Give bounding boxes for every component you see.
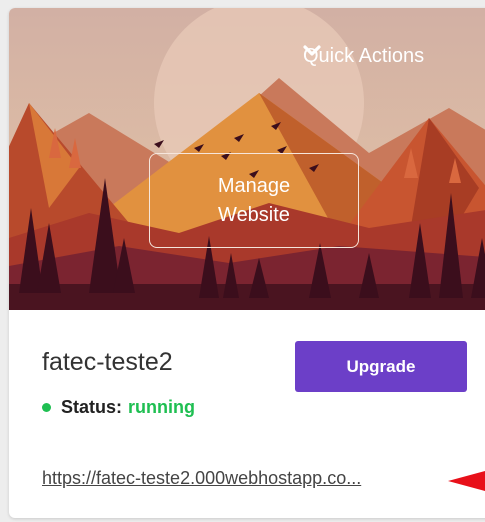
- upgrade-button[interactable]: Upgrade: [295, 341, 467, 392]
- website-hero-illustration: Quick Actions Manage Website: [9, 8, 485, 310]
- status-value: running: [128, 397, 195, 417]
- quick-actions-label: Quick Actions: [303, 44, 425, 67]
- status-indicator: Status: running: [42, 397, 195, 418]
- chevron-down-icon: [303, 45, 321, 56]
- site-url-link[interactable]: https://fatec-teste2.000webhostapp.co...: [42, 468, 361, 489]
- status-dot-icon: [42, 403, 51, 412]
- manage-website-button[interactable]: Manage Website: [149, 153, 359, 248]
- website-card: Quick Actions Manage Website fatec-teste…: [9, 8, 485, 518]
- upgrade-label: Upgrade: [346, 356, 416, 376]
- red-arrow-pointer-icon: [448, 471, 485, 491]
- status-label: Status:: [61, 397, 123, 417]
- quick-actions-dropdown[interactable]: Quick Actions: [303, 44, 424, 68]
- site-name: fatec-teste2: [42, 348, 173, 376]
- manage-website-label: Manage Website: [217, 174, 291, 226]
